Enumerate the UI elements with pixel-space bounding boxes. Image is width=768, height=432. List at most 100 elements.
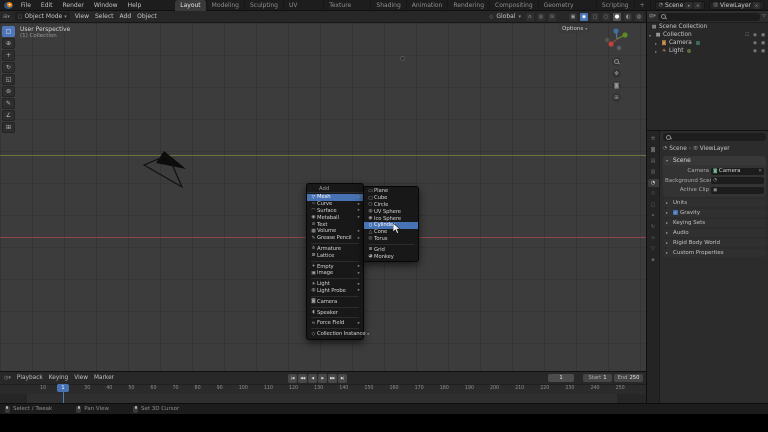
camera-render-toggle-icon[interactable]: ▣: [760, 49, 766, 54]
add-menu-item-grease-pencil[interactable]: ✎Grease Pencil: [307, 235, 363, 242]
pan-hand-icon[interactable]: ✥: [612, 69, 621, 78]
snap-magnet-icon[interactable]: ∩: [526, 13, 534, 21]
shading-wireframe-button[interactable]: ○: [602, 13, 610, 21]
properties-tab[interactable]: ☉: [648, 190, 659, 198]
camera-render-toggle-icon[interactable]: ▣: [760, 33, 766, 38]
timeline-menu[interactable]: Keying: [49, 375, 68, 381]
topbar-menu[interactable]: Render: [59, 2, 88, 9]
tool-button[interactable]: +: [2, 50, 15, 61]
mode-dropdown[interactable]: ▢ Object Mode ▾: [15, 12, 70, 21]
outliner-row-collection[interactable]: ▾ ▦ Collection ☐ ◉ ▣: [647, 31, 768, 39]
viewport-menu[interactable]: View: [75, 13, 89, 20]
disclosure-icon[interactable]: ▸: [655, 41, 659, 46]
properties-tab[interactable]: ▽: [648, 245, 659, 253]
mesh-item-torus[interactable]: ◎Torus: [364, 236, 418, 243]
properties-tab[interactable]: ◈: [648, 256, 659, 264]
shading-solid-button[interactable]: ●: [613, 13, 621, 21]
properties-tab[interactable]: ↻: [648, 223, 659, 231]
breadcrumb-scene[interactable]: Scene: [669, 146, 687, 152]
viewport-menu[interactable]: Add: [120, 13, 132, 20]
perspective-toggle-icon[interactable]: ⊞: [612, 93, 621, 102]
navigation-gizmo[interactable]: [602, 26, 632, 54]
transport-button[interactable]: ◀: [308, 374, 317, 383]
camera-render-toggle-icon[interactable]: ▣: [760, 41, 766, 46]
timeline-ruler[interactable]: 1020304050607080901001101201301401501601…: [0, 384, 646, 394]
new-scene-button[interactable]: ▾: [685, 2, 692, 9]
breadcrumb-view-layer[interactable]: ViewLayer: [700, 146, 730, 152]
add-menu-item-curve[interactable]: ~Curve: [307, 201, 363, 208]
mesh-item-grid[interactable]: ⊞Grid: [364, 246, 418, 253]
editor-type-icon[interactable]: ⊞▾: [3, 14, 10, 20]
topbar-menu[interactable]: Window: [90, 2, 122, 9]
proportional-editing-icon[interactable]: ◎: [537, 13, 545, 21]
view-layer-selector[interactable]: ▥ ViewLayer ✕: [709, 1, 764, 10]
transport-button[interactable]: ▶|: [338, 374, 347, 383]
workspace-tab[interactable]: Sculpting: [245, 0, 284, 11]
tool-button[interactable]: ◱: [2, 74, 15, 85]
blender-logo-icon[interactable]: [4, 2, 13, 9]
disclosure-icon[interactable]: ▾: [649, 33, 653, 38]
timeline-menu[interactable]: Marker: [94, 375, 114, 381]
mesh-item-ico-sphere[interactable]: ◉Ico Sphere: [364, 215, 418, 222]
workspace-tab[interactable]: +: [635, 0, 651, 11]
add-menu-item-force-field[interactable]: ≈Force Field: [307, 320, 363, 327]
section-rigid-body-world[interactable]: ▸ Rigid Body World: [663, 239, 766, 248]
add-menu-item-light-probe[interactable]: ◍Light Probe: [307, 288, 363, 295]
section-keying-sets[interactable]: ▸ Keying Sets: [663, 219, 766, 228]
eye-icon[interactable]: ◉: [752, 41, 758, 46]
active-clip-field[interactable]: ▣: [711, 187, 764, 194]
timeline-editor-icon[interactable]: ◷▾: [4, 375, 11, 381]
remove-view-layer-button[interactable]: ✕: [753, 2, 760, 9]
tool-button[interactable]: ✎: [2, 98, 15, 109]
workspace-tab[interactable]: Layout: [175, 0, 206, 11]
add-menu-item-volume[interactable]: ▦Volume: [307, 228, 363, 235]
properties-tab[interactable]: ◔: [648, 179, 659, 187]
camera-object[interactable]: [142, 149, 194, 193]
outliner-row-scene-collection[interactable]: ▦ Scene Collection: [647, 23, 768, 31]
workspace-tab[interactable]: Compositing: [490, 0, 539, 11]
transport-button[interactable]: |◀: [288, 374, 297, 383]
properties-tab[interactable]: ◙: [648, 146, 659, 154]
topbar-menu[interactable]: File: [17, 2, 35, 9]
workspace-tab[interactable]: Rendering: [448, 0, 490, 11]
add-menu-item-empty[interactable]: +Empty: [307, 263, 363, 270]
section-audio[interactable]: ▸ Audio: [663, 229, 766, 238]
section-gravity[interactable]: ▸ ✓ Gravity: [663, 209, 766, 218]
properties-tab[interactable]: ⚒: [648, 135, 659, 143]
gravity-checkbox[interactable]: ✓: [673, 210, 678, 215]
add-menu-item-collection-instance[interactable]: ◇Collection Instance: [307, 331, 363, 338]
frame-end-field[interactable]: End 250: [614, 374, 643, 382]
workspace-tab[interactable]: Shading: [371, 0, 406, 11]
xray-toggle[interactable]: ▢: [591, 13, 599, 21]
add-menu-item-text[interactable]: aText: [307, 221, 363, 228]
viewport-menu[interactable]: Select: [95, 13, 114, 20]
shading-rendered-button[interactable]: ◍: [635, 13, 643, 21]
mesh-item-monkey[interactable]: ◕Monkey: [364, 253, 418, 260]
unlink-scene-button[interactable]: ✕: [694, 2, 701, 9]
add-menu-item-surface[interactable]: ◠Surface: [307, 208, 363, 215]
light-object[interactable]: [400, 56, 405, 61]
mesh-item-uv-sphere[interactable]: ◍UV Sphere: [364, 208, 418, 215]
scene-selector[interactable]: ◔ Scene ▾ ✕: [655, 1, 706, 10]
add-menu-item-mesh[interactable]: ▽Mesh: [307, 194, 363, 201]
shading-material-button[interactable]: ◐: [624, 13, 632, 21]
add-menu-item-metaball[interactable]: ◉Metaball: [307, 214, 363, 221]
add-menu-item-light[interactable]: ☀Light: [307, 281, 363, 288]
tool-button[interactable]: ⊚: [2, 86, 15, 97]
tool-button[interactable]: ⊕: [2, 38, 15, 49]
topbar-menu[interactable]: Help: [124, 2, 146, 9]
filter-funnel-icon[interactable]: ▽: [762, 14, 766, 19]
outliner-search-input[interactable]: [658, 13, 760, 21]
transport-button[interactable]: ▶: [318, 374, 327, 383]
add-menu-item-camera[interactable]: ◙Camera: [307, 298, 363, 305]
scene-panel-header[interactable]: ▾ Scene: [663, 156, 766, 165]
eye-icon[interactable]: ◉: [752, 49, 758, 54]
playhead-badge[interactable]: 1: [57, 384, 69, 392]
timeline-menu[interactable]: View: [74, 375, 88, 381]
frame-start-field[interactable]: Start 1: [583, 374, 612, 382]
workspace-tab[interactable]: Geometry Nodes: [539, 0, 597, 11]
options-button[interactable]: Options ▾: [558, 24, 591, 33]
timeline-menu[interactable]: Playback: [17, 375, 43, 381]
workspace-tab[interactable]: Texture Paint: [324, 0, 371, 11]
section-custom-properties[interactable]: ▸ Custom Properties: [663, 249, 766, 258]
